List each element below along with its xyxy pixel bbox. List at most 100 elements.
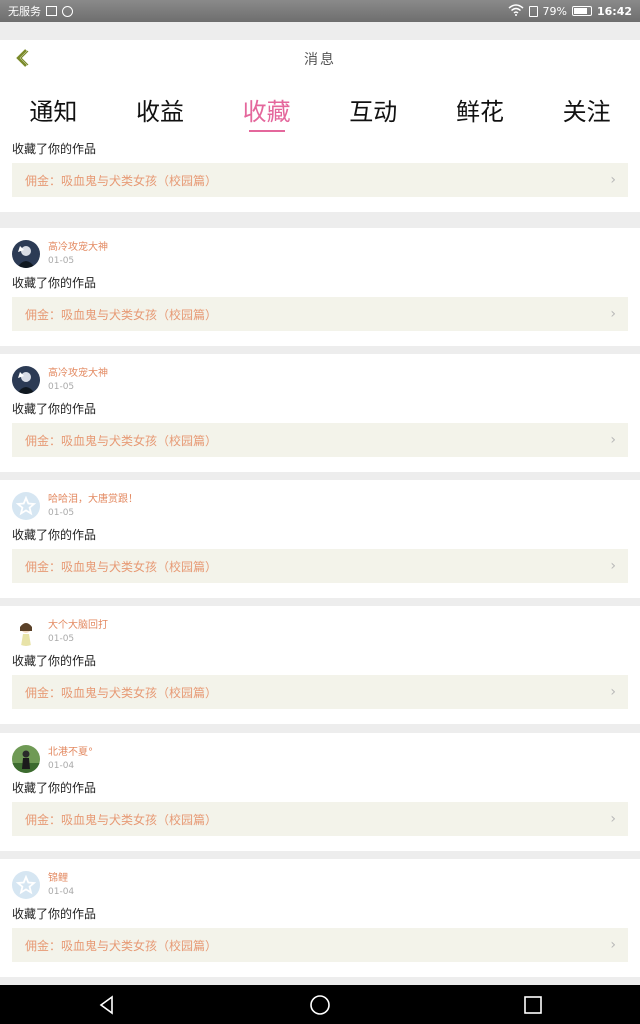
nav-recents-button[interactable] <box>503 987 563 1023</box>
action-text: 收藏了你的作品 <box>12 142 97 156</box>
avatar[interactable] <box>12 618 40 646</box>
avatar[interactable] <box>12 871 40 899</box>
user-row[interactable]: 高冷攻宠大神 01-05 <box>12 366 108 394</box>
favorite-item: 北港不夏° 01-04 收藏了你的作品佣金：吸血鬼与犬类女孩（校园篇） › <box>0 733 640 851</box>
username[interactable]: 锦鲤 <box>48 872 74 886</box>
chevron-right-icon: › <box>610 172 616 188</box>
work-link[interactable]: 佣金：吸血鬼与犬类女孩（校园篇） › <box>12 163 628 197</box>
favorite-item: 高冷攻宠大神 01-05 收藏了你的作品佣金：吸血鬼与犬类女孩（校园篇） › <box>0 354 640 472</box>
work-title: 佣金：吸血鬼与犬类女孩（校园篇） <box>25 559 218 574</box>
chevron-right-icon: › <box>610 684 616 700</box>
favorite-item: 哈哈泪，大唐赏跟！ 01-05 收藏了你的作品佣金：吸血鬼与犬类女孩（校园篇） › <box>0 480 640 598</box>
action-text: 收藏了你的作品 <box>12 907 97 921</box>
chevron-left-icon <box>16 49 29 67</box>
work-title: 佣金：吸血鬼与犬类女孩（校园篇） <box>25 685 218 700</box>
circle-home-icon <box>310 994 330 1015</box>
avatar[interactable] <box>12 492 40 520</box>
work-link[interactable]: 佣金：吸血鬼与犬类女孩（校园篇） › <box>12 297 628 331</box>
battery-icon <box>571 6 592 16</box>
username[interactable]: 大个大脑回打 <box>48 619 108 633</box>
header-bar: 消息 <box>0 40 640 78</box>
nav-home-button[interactable] <box>290 987 350 1023</box>
tab-label: 通知 <box>29 98 78 126</box>
tab-4[interactable]: 鲜花 <box>430 78 530 140</box>
avatar[interactable] <box>12 745 40 773</box>
action-text: 收藏了你的作品 <box>12 781 97 795</box>
username[interactable]: 高冷攻宠大神 <box>48 367 108 381</box>
square-recents-icon <box>524 995 543 1014</box>
user-row[interactable]: 高冷攻宠大神 01-05 <box>12 240 108 268</box>
tab-5[interactable]: 关注 <box>537 78 637 140</box>
back-button[interactable] <box>8 44 36 72</box>
work-link[interactable]: 佣金：吸血鬼与犬类女孩（校园篇） › <box>12 928 628 962</box>
work-link[interactable]: 佣金：吸血鬼与犬类女孩（校园篇） › <box>12 549 628 583</box>
tab-label: 收益 <box>135 98 184 126</box>
chevron-right-icon: › <box>610 432 616 448</box>
status-bar: 无服务 79% 16:42 <box>0 0 640 22</box>
user-row[interactable]: 北港不夏° 01-04 <box>12 745 93 773</box>
user-info: 高冷攻宠大神 01-05 <box>48 241 108 267</box>
tab-2[interactable]: 收藏 <box>217 78 317 140</box>
user-row[interactable]: 锦鲤 01-04 <box>12 871 74 899</box>
tab-bar: 通知 收益 收藏 互动 鲜花 关注 <box>0 78 640 140</box>
work-link[interactable]: 佣金：吸血鬼与犬类女孩（校园篇） › <box>12 802 628 836</box>
user-info: 大个大脑回打 01-05 <box>48 619 108 645</box>
work-title: 佣金：吸血鬼与犬类女孩（校园篇） <box>25 938 218 953</box>
favorites-list: 收藏了你的作品 佣金：吸血鬼与犬类女孩（校园篇） › 高冷攻宠大神 01-05 收藏了你的… <box>0 140 640 985</box>
avatar[interactable] <box>12 240 40 268</box>
system-nav-bar <box>0 985 640 1024</box>
sim-icon <box>528 5 538 17</box>
user-info: 高冷攻宠大神 01-05 <box>48 367 108 393</box>
work-title: 佣金：吸血鬼与犬类女孩（校园篇） <box>25 307 218 322</box>
user-info: 锦鲤 01-04 <box>48 872 74 898</box>
action-text: 收藏了你的作品 <box>12 402 97 416</box>
triangle-back-icon <box>99 994 113 1015</box>
item-date: 01-05 <box>48 382 75 392</box>
chevron-right-icon: › <box>610 811 616 827</box>
active-tab-indicator <box>248 130 285 132</box>
work-link[interactable]: 佣金：吸血鬼与犬类女孩（校园篇） › <box>12 423 628 457</box>
item-date: 01-05 <box>48 634 75 644</box>
work-link[interactable]: 佣金：吸血鬼与犬类女孩（校园篇） › <box>12 675 628 709</box>
action-text: 收藏了你的作品 <box>12 654 97 668</box>
tab-label: 收藏 <box>242 98 291 126</box>
chevron-right-icon: › <box>610 937 616 953</box>
screenshot-icon <box>46 6 57 16</box>
clock: 16:42 <box>596 4 632 18</box>
notification-icon <box>62 5 73 17</box>
favorite-item: 高冷攻宠大神 01-05 收藏了你的作品佣金：吸血鬼与犬类女孩（校园篇） › <box>0 228 640 346</box>
tab-3[interactable]: 互动 <box>323 78 423 140</box>
battery-percent: 79% <box>542 4 567 18</box>
favorite-item: 收藏了你的作品佣金：吸血鬼与犬类女孩（校园篇） › <box>0 140 640 212</box>
tab-label: 互动 <box>349 98 398 126</box>
username[interactable]: 哈哈泪，大唐赏跟！ <box>48 493 138 507</box>
chevron-right-icon: › <box>610 306 616 322</box>
item-date: 01-04 <box>48 761 75 771</box>
page-title: 消息 <box>304 52 336 68</box>
battery-fill <box>573 8 587 14</box>
wifi-icon <box>508 3 524 19</box>
chevron-right-icon: › <box>610 558 616 574</box>
tab-label: 关注 <box>562 98 611 126</box>
action-text: 收藏了你的作品 <box>12 528 97 542</box>
tab-label: 鲜花 <box>455 98 504 126</box>
favorite-item: 锦鲤 01-04 收藏了你的作品佣金：吸血鬼与犬类女孩（校园篇） › <box>0 859 640 977</box>
username[interactable]: 高冷攻宠大神 <box>48 241 108 255</box>
user-row[interactable]: 哈哈泪，大唐赏跟！ 01-05 <box>12 492 138 520</box>
item-date: 01-04 <box>48 887 75 897</box>
work-title: 佣金：吸血鬼与犬类女孩（校园篇） <box>25 433 218 448</box>
user-row[interactable]: 大个大脑回打 01-05 <box>12 618 108 646</box>
user-info: 哈哈泪，大唐赏跟！ 01-05 <box>48 493 138 519</box>
username[interactable]: 北港不夏° <box>48 746 93 760</box>
item-date: 01-05 <box>48 508 75 518</box>
favorite-item: 大个大脑回打 01-05 收藏了你的作品佣金：吸血鬼与犬类女孩（校园篇） › <box>0 606 640 724</box>
tab-0[interactable]: 通知 <box>3 78 103 140</box>
avatar[interactable] <box>12 366 40 394</box>
user-info: 北港不夏° 01-04 <box>48 746 93 772</box>
action-text: 收藏了你的作品 <box>12 276 97 290</box>
work-title: 佣金：吸血鬼与犬类女孩（校园篇） <box>25 812 218 827</box>
tab-1[interactable]: 收益 <box>110 78 210 140</box>
nav-back-button[interactable] <box>77 987 137 1023</box>
work-title: 佣金：吸血鬼与犬类女孩（校园篇） <box>25 173 218 188</box>
item-date: 01-05 <box>48 256 75 266</box>
